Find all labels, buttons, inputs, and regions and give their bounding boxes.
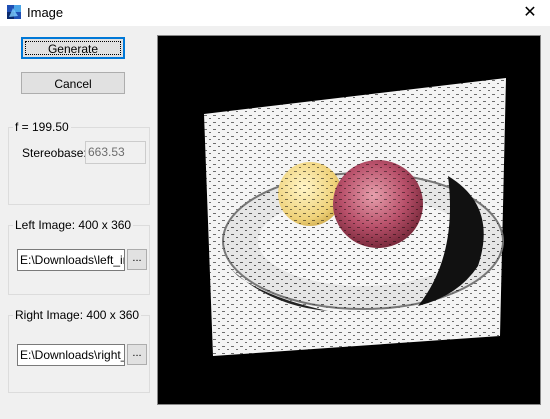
cancel-button-label: Cancel	[54, 77, 92, 91]
generate-button[interactable]: Generate	[21, 37, 125, 59]
right-image-size: 400 x 360	[86, 308, 140, 322]
app-icon	[6, 4, 22, 20]
left-image-browse-button[interactable]: ...	[127, 249, 147, 270]
rectified-photo	[158, 36, 540, 404]
cancel-button[interactable]: Cancel	[21, 72, 125, 94]
left-image-label: Left Image:	[15, 218, 76, 232]
right-image-path-input[interactable]: E:\Downloads\right_	[17, 344, 125, 366]
left-image-size: 400 x 360	[78, 218, 132, 232]
window-title: Image	[27, 5, 64, 20]
focal-legend: f = 199.50	[13, 120, 71, 134]
stereobase-field: 663.53	[85, 141, 146, 164]
close-icon[interactable]: ✕	[510, 0, 550, 26]
title-bar: Image ✕	[0, 0, 550, 26]
stereobase-label: Stereobase:	[22, 146, 87, 160]
left-image-legend: Left Image: 400 x 360	[13, 218, 134, 232]
focal-group	[8, 127, 150, 205]
stereo-preview-image	[157, 35, 541, 405]
right-image-browse-button[interactable]: ...	[127, 344, 147, 365]
right-image-label: Right Image:	[15, 308, 84, 322]
right-image-legend: Right Image: 400 x 360	[13, 308, 142, 322]
generate-button-label: Generate	[47, 42, 99, 56]
left-image-path-input[interactable]: E:\Downloads\left_ir	[17, 249, 125, 271]
